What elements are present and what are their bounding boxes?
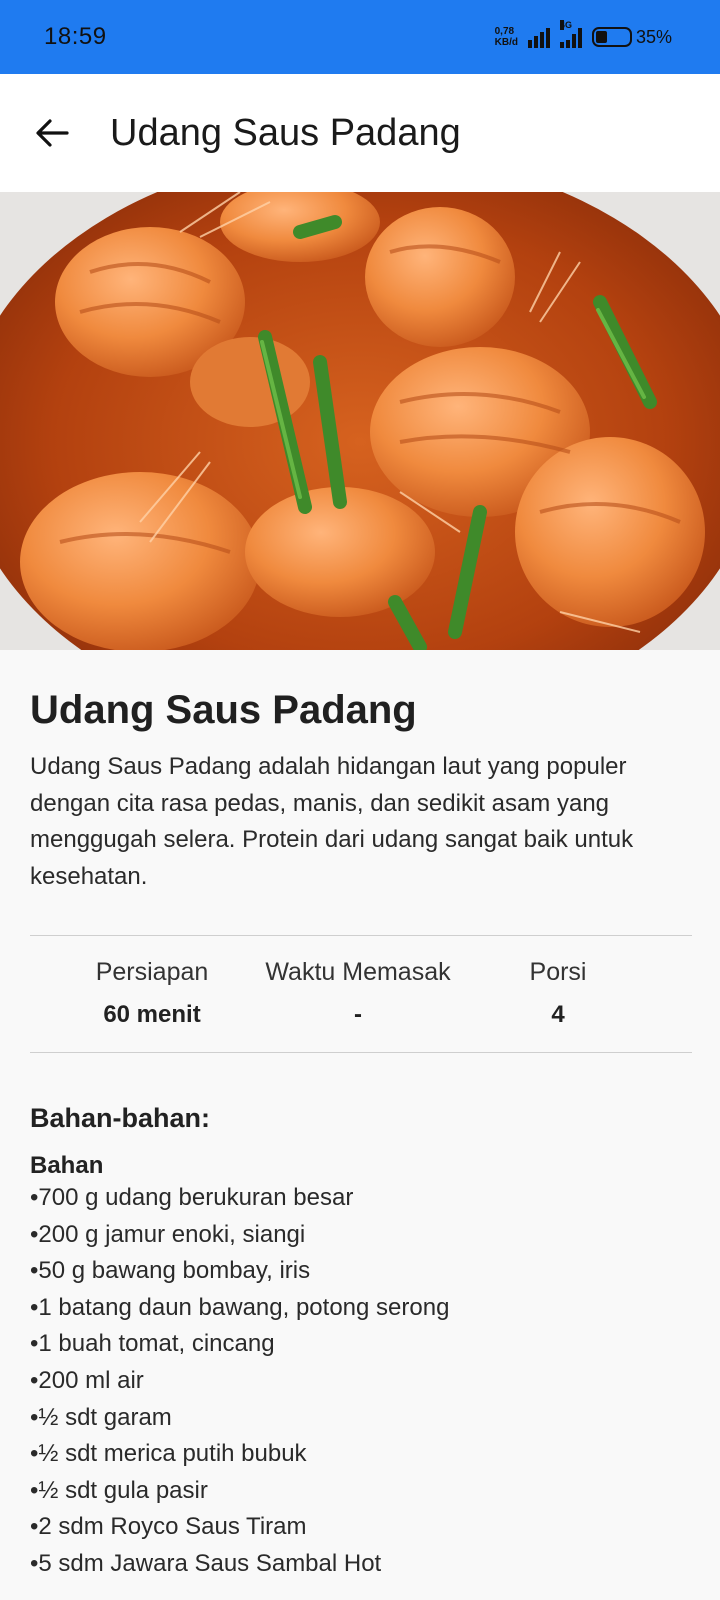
recipe-image bbox=[0, 192, 720, 650]
ingredient-item: •200 ml air bbox=[30, 1366, 144, 1394]
battery-icon bbox=[591, 27, 632, 47]
ingredient-item: •50 g bawang bombay, iris bbox=[30, 1257, 311, 1285]
battery-percent: 35% bbox=[635, 26, 672, 47]
signal-strength-icon bbox=[527, 26, 550, 48]
arrow-left-icon bbox=[36, 119, 69, 147]
recipe-stats: Persiapan 60 menit Waktu Memasak - Porsi… bbox=[30, 935, 692, 1053]
ingredient-item: •1 buah tomat, cincang bbox=[30, 1330, 275, 1358]
stat-prep-time: Persiapan 60 menit bbox=[92, 958, 212, 1029]
back-button[interactable] bbox=[22, 103, 82, 163]
status-time: 18:59 bbox=[44, 23, 107, 50]
ingredients-group-title: Bahan bbox=[30, 1152, 104, 1179]
ingredients-heading: Bahan-bahan: bbox=[30, 1103, 211, 1133]
stat-label: Porsi bbox=[529, 958, 587, 986]
stat-value: 60 menit bbox=[103, 1001, 201, 1028]
ingredients-list: •700 g udang berukuran besar •200 g jamu… bbox=[30, 1180, 692, 1583]
stat-value: - bbox=[354, 1001, 362, 1028]
recipe-content: Udang Saus Padang Udang Saus Padang adal… bbox=[30, 650, 692, 1583]
stat-servings: Porsi 4 bbox=[518, 958, 598, 1029]
ingredient-item: •1 batang daun bawang, potong serong bbox=[30, 1293, 450, 1321]
battery-fill bbox=[595, 31, 608, 43]
status-bar: 18:59 0,78 KB/d 4G 35% bbox=[0, 0, 720, 74]
stat-label: Persiapan bbox=[95, 958, 209, 986]
ingredient-item: •½ sdt gula pasir bbox=[30, 1476, 208, 1504]
status-icons: 0,78 KB/d 4G 35% bbox=[495, 20, 672, 48]
stat-value: 4 bbox=[551, 1001, 565, 1028]
stat-cook-time: Waktu Memasak - bbox=[258, 958, 458, 1029]
ingredient-item: •5 sdm Jawara Saus Sambal Hot bbox=[30, 1549, 382, 1577]
ingredient-item: •700 g udang berukuran besar bbox=[30, 1184, 354, 1211]
ingredient-item: •2 sdm Royco Saus Tiram bbox=[30, 1513, 307, 1541]
recipe-title: Udang Saus Padang bbox=[30, 688, 417, 732]
network-speed: 0,78 KB/d bbox=[495, 26, 518, 48]
battery-indicator: 35% bbox=[591, 26, 672, 48]
app-bar-title: Udang Saus Padang bbox=[110, 111, 461, 154]
ingredient-item: •½ sdt merica putih bubuk bbox=[30, 1440, 307, 1468]
app-bar: Udang Saus Padang bbox=[0, 74, 720, 192]
network-speed-unit: KB/d bbox=[494, 37, 518, 48]
network-speed-value: 0,78 bbox=[494, 26, 515, 37]
recipe-description: Udang Saus Padang adalah hidangan laut y… bbox=[30, 753, 634, 890]
recipe-photo-illustration bbox=[0, 192, 720, 650]
stat-label: Waktu Memasak bbox=[265, 958, 451, 986]
ingredient-item: •½ sdt garam bbox=[30, 1403, 172, 1431]
ingredient-item: •200 g jamur enoki, siangi bbox=[30, 1220, 306, 1248]
network-type-label: 4G bbox=[559, 20, 572, 30]
signal-4g-icon: 4G bbox=[559, 20, 582, 48]
